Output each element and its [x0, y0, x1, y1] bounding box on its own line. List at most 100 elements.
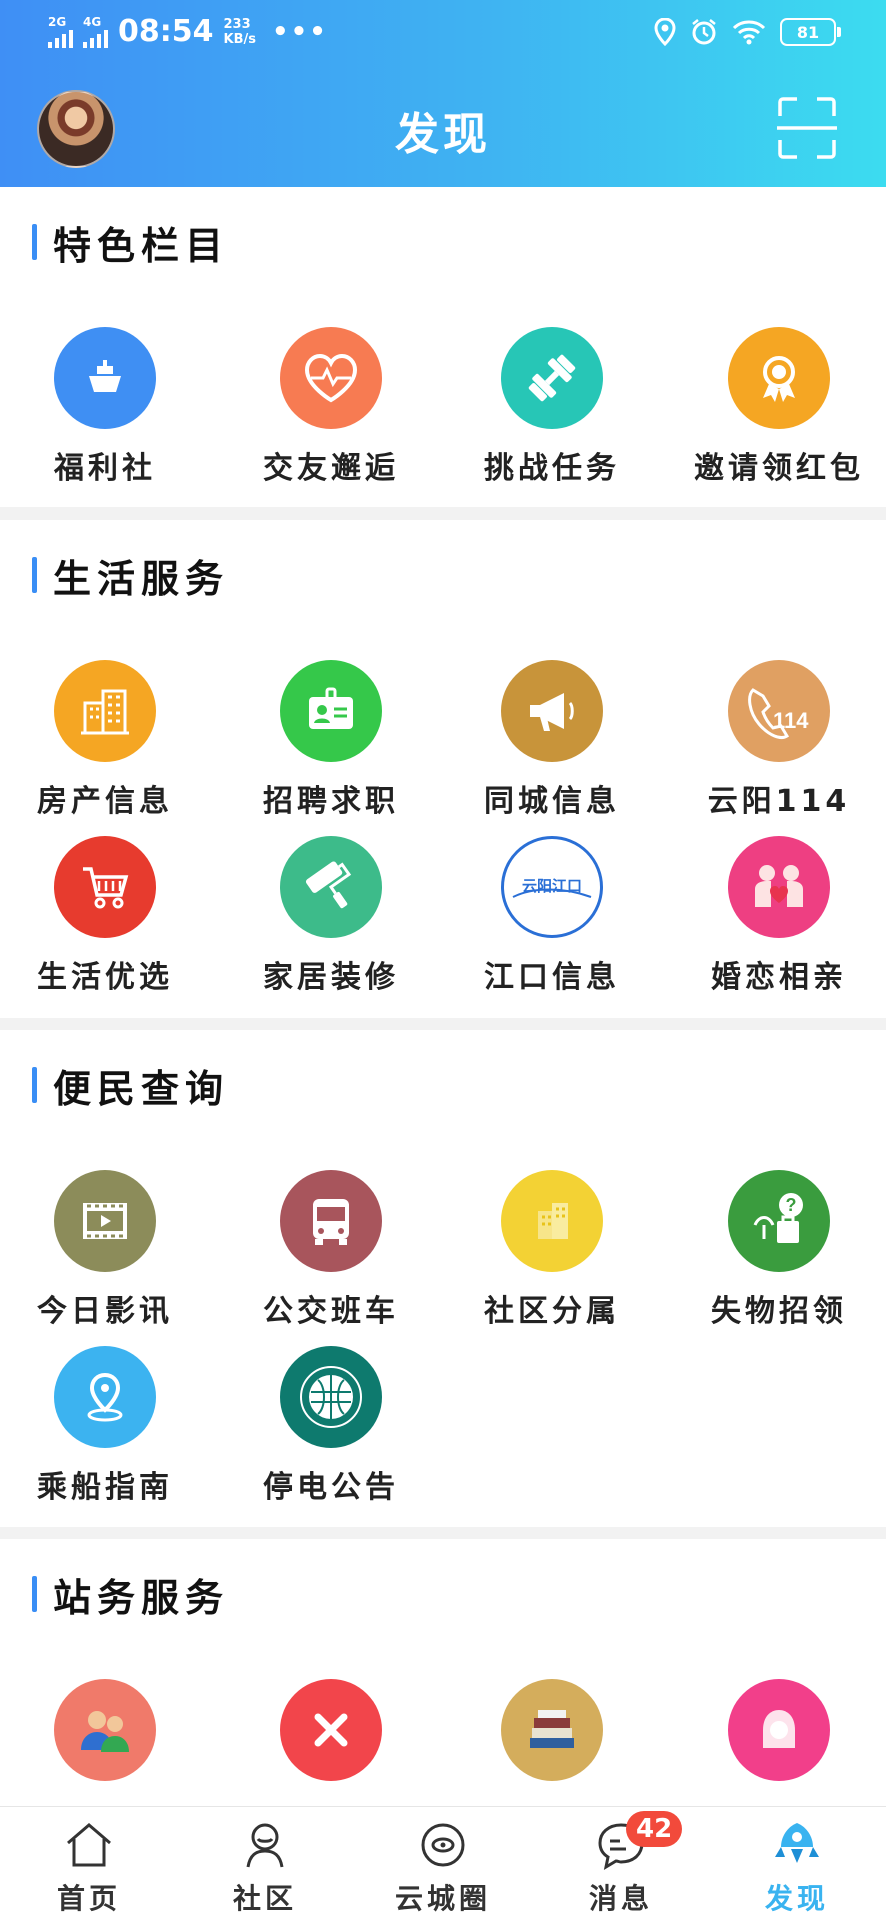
lost-found-icon: ? — [728, 1170, 830, 1272]
grid-item-local-info[interactable]: 同城信息 — [457, 660, 647, 820]
grid-item-station-4[interactable] — [684, 1679, 874, 1781]
grid-item-label: 江口信息 — [484, 960, 620, 995]
grid-item-lost-found[interactable]: ? 失物招领 — [684, 1170, 874, 1330]
speed-unit: KB/s — [223, 31, 256, 47]
app-header: 2G 4G 08:54 233 KB/s ••• 81 发现 — [0, 0, 886, 187]
svg-text:114: 114 — [773, 708, 809, 733]
planet-icon — [421, 1823, 465, 1867]
dumbbell-icon — [501, 327, 603, 429]
section-featured: 特色栏目 福利社 交友邂逅 挑战任务 邀请领红包 — [0, 187, 886, 507]
network-type-label: 2G — [48, 14, 67, 29]
battery-indicator: 81 — [780, 18, 841, 46]
tab-messages[interactable]: 42 消息 — [546, 1807, 696, 1921]
signal-2g: 2G — [48, 16, 73, 48]
close-icon — [280, 1679, 382, 1781]
home-icon — [67, 1823, 111, 1867]
grid-item-real-estate[interactable]: 房产信息 — [10, 660, 200, 820]
page-title: 发现 — [395, 109, 491, 160]
megaphone-icon — [501, 660, 603, 762]
couple-heart-icon — [728, 836, 830, 938]
signal-bars-icon — [83, 28, 108, 48]
grid-item-label: 福利社 — [54, 451, 156, 486]
grid-item-matchmaking[interactable]: 婚恋相亲 — [684, 836, 874, 996]
building-icon — [54, 660, 156, 762]
female-avatar-icon — [728, 1679, 830, 1781]
state-grid-logo-icon — [280, 1346, 382, 1448]
grid-item-label: 失物招领 — [711, 1294, 847, 1329]
tab-label: 社区 — [232, 1882, 297, 1915]
grid-item-yunyang-114[interactable]: 114 云阳114 — [684, 660, 874, 820]
medal-icon — [728, 327, 830, 429]
scan-qr-icon[interactable] — [777, 96, 837, 160]
shopping-cart-icon — [54, 836, 156, 938]
section-title: 特色栏目 — [32, 223, 229, 268]
tab-label: 云城圈 — [394, 1882, 491, 1915]
grid-item-label: 社区分属 — [484, 1294, 620, 1329]
rocket-icon — [775, 1823, 819, 1863]
section-convenience-query: 便民查询 今日影讯 公交班车 社区分属 ? 失物招领 乘船指南 停电公告 — [0, 1030, 886, 1527]
tab-community[interactable]: 社区 — [190, 1807, 340, 1921]
books-icon — [501, 1679, 603, 1781]
community-icon — [246, 1823, 284, 1868]
grid-item-station-3[interactable] — [457, 1679, 647, 1781]
network-speed: 233 KB/s — [224, 17, 256, 47]
grid-item-station-1[interactable] — [10, 1679, 200, 1781]
grid-item-label: 公交班车 — [263, 1294, 399, 1329]
grid-item-label: 房产信息 — [37, 784, 173, 819]
grid-item-jiangkou-info[interactable]: 云阳江口 江口信息 — [457, 836, 647, 996]
grid-item-life-select[interactable]: 生活优选 — [10, 836, 200, 996]
grid-item-community[interactable]: 社区分属 — [457, 1170, 647, 1330]
jiangkou-logo-icon: 云阳江口 — [501, 836, 603, 938]
grid-item-label: 乘船指南 — [37, 1470, 173, 1505]
tab-home[interactable]: 首页 — [14, 1807, 164, 1921]
signal-4g: 4G — [83, 16, 108, 48]
section-title: 便民查询 — [32, 1066, 229, 1111]
wifi-icon — [732, 20, 766, 45]
users-icon — [54, 1679, 156, 1781]
grid-item-label: 家居装修 — [263, 960, 399, 995]
heartbeat-icon — [280, 327, 382, 429]
svg-text:?: ? — [786, 1195, 797, 1215]
grid-item-label: 生活优选 — [37, 960, 173, 995]
grid-item-label: 今日影讯 — [37, 1294, 173, 1329]
location-pin-icon — [54, 1346, 156, 1448]
grid-item-bus[interactable]: 公交班车 — [236, 1170, 426, 1330]
bottom-tab-bar: 首页 社区 云城圈 42 消息 发现 — [0, 1806, 886, 1921]
status-bar: 2G 4G 08:54 233 KB/s ••• 81 — [0, 0, 886, 70]
status-time: 08:54 — [118, 14, 214, 49]
grid-item-jobs[interactable]: 招聘求职 — [236, 660, 426, 820]
grid-item-challenge[interactable]: 挑战任务 — [457, 327, 647, 487]
battery-level: 81 — [796, 22, 820, 42]
grid-item-label: 云阳114 — [707, 784, 851, 819]
network-type-label: 4G — [83, 14, 102, 29]
section-title: 站务服务 — [32, 1575, 229, 1620]
tab-label: 首页 — [56, 1882, 121, 1915]
svg-text:云阳江口: 云阳江口 — [522, 877, 582, 895]
grid-item-welfare[interactable]: 福利社 — [10, 327, 200, 487]
grid-item-dating[interactable]: 交友邂逅 — [236, 327, 426, 487]
section-life-services: 生活服务 房产信息 招聘求职 同城信息 114 云阳114 生活优选 家居装修 — [0, 520, 886, 1018]
grid-item-label: 招聘求职 — [263, 784, 399, 819]
phone-114-icon: 114 — [728, 660, 830, 762]
grid-item-movies[interactable]: 今日影讯 — [10, 1170, 200, 1330]
paint-roller-icon — [280, 836, 382, 938]
tab-yuncheng-circle[interactable]: 云城圈 — [368, 1807, 518, 1921]
tab-label: 消息 — [588, 1882, 653, 1915]
community-building-icon — [501, 1170, 603, 1272]
grid-item-power-outage[interactable]: 停电公告 — [236, 1346, 426, 1506]
grid-item-home-decor[interactable]: 家居装修 — [236, 836, 426, 996]
bus-icon — [280, 1170, 382, 1272]
section-title: 生活服务 — [32, 556, 229, 601]
grid-item-label: 婚恋相亲 — [711, 960, 847, 995]
more-notifications-icon: ••• — [271, 16, 328, 47]
tab-discover[interactable]: 发现 — [722, 1807, 872, 1921]
grid-item-station-2[interactable] — [236, 1679, 426, 1781]
grid-item-label: 挑战任务 — [484, 451, 620, 486]
grid-item-label: 同城信息 — [484, 784, 620, 819]
grid-item-label: 交友邂逅 — [263, 451, 399, 486]
unread-badge: 42 — [626, 1811, 683, 1847]
grid-item-invite[interactable]: 邀请领红包 — [684, 327, 874, 487]
film-icon — [54, 1170, 156, 1272]
location-icon — [654, 18, 676, 46]
grid-item-boat-guide[interactable]: 乘船指南 — [10, 1346, 200, 1506]
